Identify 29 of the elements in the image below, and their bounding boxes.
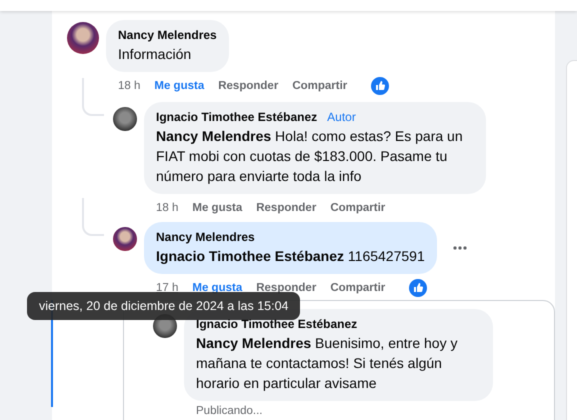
share-link[interactable]: Compartir [292, 80, 348, 92]
author-label: Autor [327, 109, 356, 125]
like-link[interactable]: Me gusta [154, 80, 204, 92]
like-reaction-icon[interactable] [409, 279, 428, 297]
author-name[interactable]: Nancy Melendres [118, 27, 217, 43]
thread-connector [82, 198, 104, 236]
like-reaction-icon[interactable] [371, 77, 390, 95]
comment-text: Nancy Melendres Hola! como estas? Es para un FIAT mobi con cuotas de $183.000. Pasame tu número para enviarte toda la info [156, 127, 464, 186]
author-name[interactable]: Ignacio Timothee Estébanez [156, 109, 318, 125]
avatar-icon[interactable] [113, 107, 137, 131]
avatar-icon[interactable] [113, 227, 137, 251]
comment-text: Ignacio Timothee Estébanez 1165427591 [156, 247, 425, 266]
date-tooltip: viernes, 20 de diciembre de 2024 a las 15:04 [27, 292, 300, 320]
share-link[interactable]: Compartir [330, 202, 386, 214]
share-link[interactable]: Compartir [330, 282, 386, 294]
avatar-icon[interactable] [67, 22, 99, 54]
comment-text: Información [118, 45, 192, 64]
author-name[interactable]: Nancy Melendres [156, 229, 255, 245]
like-link[interactable]: Me gusta [192, 282, 242, 294]
reply-link[interactable]: Responder [256, 202, 316, 214]
thread-connector [82, 78, 104, 116]
timestamp-link[interactable]: 18 h [118, 80, 140, 92]
comment-text: Nancy Melendres Buenisimo, entre hoy y mañana te contactamos! Si tenés algún horario en particular avisame [196, 334, 458, 393]
like-link[interactable]: Me gusta [192, 202, 242, 214]
timestamp-link[interactable]: 18 h [156, 202, 178, 214]
timestamp-link[interactable]: 17 h [156, 282, 178, 294]
posting-status: Publicando... [195, 404, 264, 417]
reply-link[interactable]: Responder [218, 80, 278, 92]
reply-link[interactable]: Responder [256, 282, 316, 294]
